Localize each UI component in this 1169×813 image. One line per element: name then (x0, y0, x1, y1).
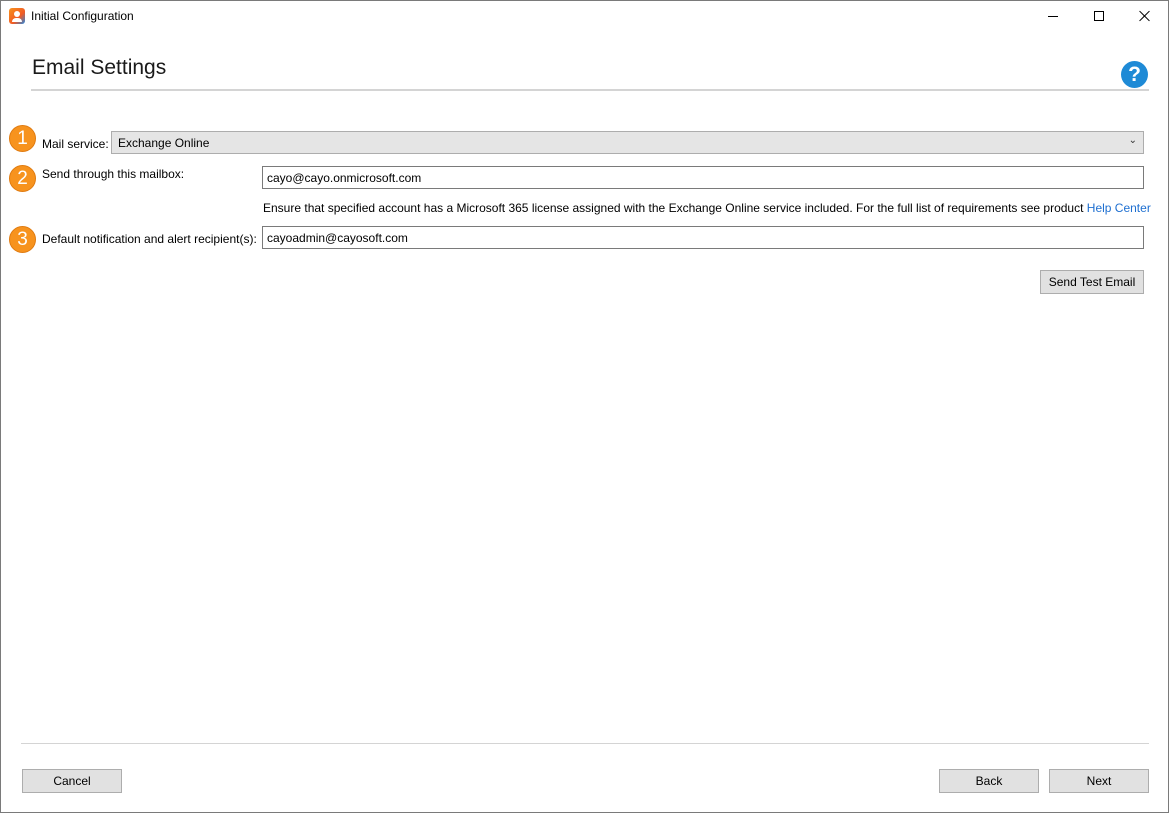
close-icon (1139, 10, 1151, 22)
minimize-button[interactable] (1030, 1, 1076, 31)
mailbox-hint-text: Ensure that specified account has a Micr… (263, 201, 1087, 215)
recipients-input[interactable] (262, 226, 1144, 249)
step-1-badge: 1 (9, 125, 36, 152)
chevron-down-icon: ⌄ (1128, 135, 1137, 146)
initial-configuration-window: Initial Configuration Email Settings ? 1… (0, 0, 1169, 813)
help-center-link[interactable]: Help Center (1087, 201, 1151, 215)
mail-service-selected-value: Exchange Online (118, 136, 210, 150)
recipients-label: Default notification and alert recipient… (42, 232, 257, 246)
minimize-icon (1048, 15, 1058, 17)
close-button[interactable] (1122, 1, 1168, 31)
window-title: Initial Configuration (31, 9, 134, 23)
mailbox-hint: Ensure that specified account has a Micr… (263, 201, 1151, 215)
send-test-email-button[interactable]: Send Test Email (1040, 270, 1144, 294)
help-icon[interactable]: ? (1121, 61, 1148, 88)
page-title: Email Settings (32, 56, 167, 79)
step-3-badge: 3 (9, 226, 36, 253)
maximize-icon (1094, 11, 1104, 21)
next-button[interactable]: Next (1049, 769, 1149, 793)
title-bar[interactable]: Initial Configuration (1, 1, 1168, 31)
cancel-button[interactable]: Cancel (22, 769, 122, 793)
app-logo-icon (9, 8, 25, 24)
mail-service-label: Mail service: (42, 137, 109, 151)
mailbox-label: Send through this mailbox: (42, 167, 185, 181)
maximize-button[interactable] (1076, 1, 1122, 31)
title-divider (31, 89, 1149, 91)
mail-service-select[interactable]: Exchange Online ⌄ (111, 131, 1144, 154)
step-2-badge: 2 (9, 165, 36, 192)
mailbox-input[interactable] (262, 166, 1144, 189)
back-button[interactable]: Back (939, 769, 1039, 793)
footer-divider (21, 743, 1149, 744)
